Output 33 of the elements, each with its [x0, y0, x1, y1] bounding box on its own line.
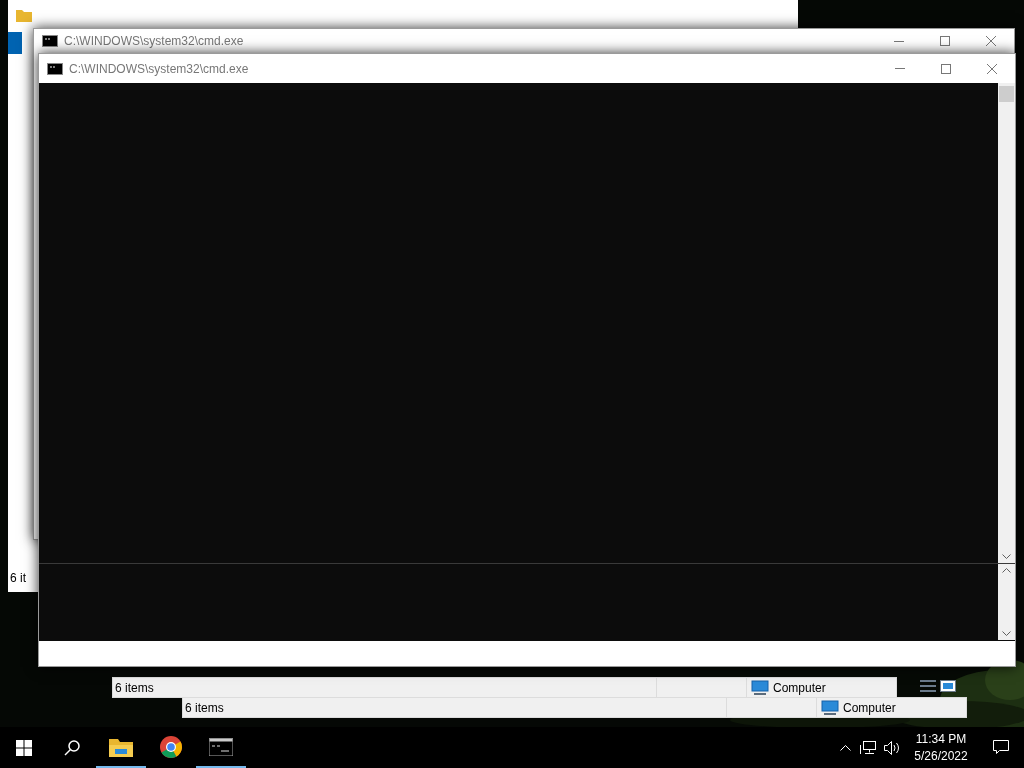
search-icon — [64, 739, 80, 756]
speaker-icon — [884, 740, 900, 755]
location-text: Computer — [773, 679, 826, 697]
status-text: 6 it — [10, 572, 26, 584]
caret-icon — [839, 744, 851, 751]
scrollbar[interactable] — [998, 83, 1015, 563]
network-icon — [860, 740, 876, 755]
console-icon — [42, 35, 58, 47]
clock[interactable]: 11:34 PM 5/26/2022 — [904, 727, 978, 768]
location-text: Computer — [843, 699, 896, 717]
status-text: 6 items — [115, 679, 154, 697]
minimize-icon — [894, 40, 904, 42]
folder-icon — [16, 8, 32, 22]
chrome-icon — [159, 734, 183, 759]
window-title: C:\WINDOWS\system32\cmd.exe — [64, 33, 244, 50]
maximize-icon — [940, 36, 950, 46]
details-view-icon[interactable] — [920, 680, 936, 692]
computer-icon — [821, 699, 839, 716]
close-icon — [986, 36, 996, 46]
close-icon — [987, 63, 997, 74]
console-icon — [47, 62, 63, 75]
maximize-icon — [941, 63, 951, 74]
console-icon — [209, 737, 233, 756]
tiles-view-icon[interactable] — [940, 680, 956, 692]
scrollbar[interactable] — [998, 564, 1015, 640]
status-text: 6 items — [185, 699, 224, 717]
window-title: C:\WINDOWS\system32\cmd.exe — [69, 60, 249, 78]
computer-icon — [751, 679, 769, 696]
folder-icon — [109, 736, 133, 757]
message-icon — [993, 740, 1009, 755]
minimize-icon — [895, 68, 905, 69]
scroll-thumb[interactable] — [999, 86, 1014, 102]
windows-logo-icon — [16, 739, 32, 756]
